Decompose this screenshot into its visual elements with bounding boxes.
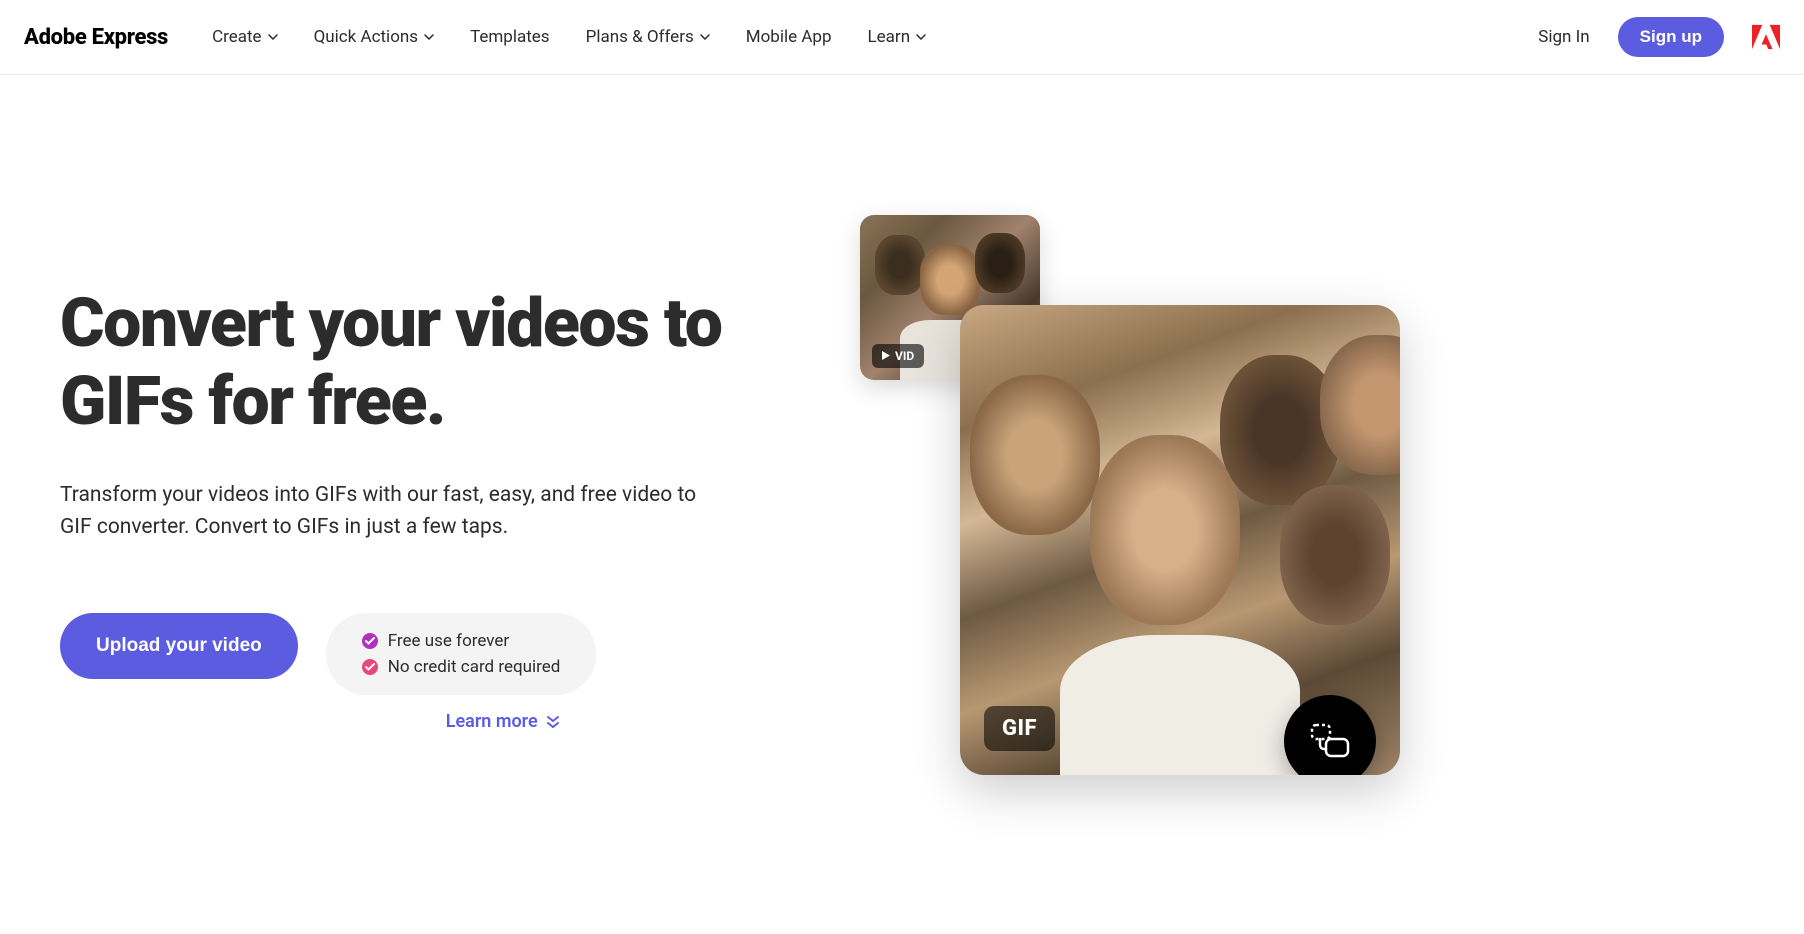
nav-mobile-app[interactable]: Mobile App — [746, 27, 832, 47]
adobe-logo-icon[interactable] — [1752, 23, 1780, 51]
nav-label: Templates — [470, 27, 550, 47]
convert-action-button[interactable] — [1284, 695, 1376, 775]
benefits-block: Free use forever No credit card required… — [326, 613, 597, 732]
benefit-text: No credit card required — [388, 657, 561, 677]
main-nav: Create Quick Actions Templates Plans & O… — [212, 27, 1538, 47]
check-icon — [362, 659, 378, 675]
chevron-down-icon — [916, 32, 926, 42]
chevron-down-icon — [424, 32, 434, 42]
cta-row: Upload your video Free use forever No cr… — [60, 613, 780, 732]
nav-label: Mobile App — [746, 27, 832, 47]
learn-more-label: Learn more — [446, 711, 538, 732]
sign-in-link[interactable]: Sign In — [1538, 27, 1589, 47]
header: Adobe Express Create Quick Actions Templ… — [0, 0, 1804, 75]
hero-subtitle: Transform your videos into GIFs with our… — [60, 480, 700, 543]
vid-badge: VID — [872, 344, 924, 368]
play-icon — [882, 349, 890, 363]
page-title: Convert your videos to GIFs for free. — [60, 285, 780, 440]
benefit-item: No credit card required — [362, 657, 561, 677]
nav-quick-actions[interactable]: Quick Actions — [314, 27, 434, 47]
convert-icon — [1308, 721, 1352, 761]
nav-plans-offers[interactable]: Plans & Offers — [586, 27, 710, 47]
benefit-text: Free use forever — [388, 631, 509, 651]
hero-content: Convert your videos to GIFs for free. Tr… — [60, 135, 780, 755]
gif-badge: GIF — [984, 706, 1055, 751]
nav-label: Create — [212, 27, 262, 47]
upload-video-button[interactable]: Upload your video — [60, 613, 298, 679]
nav-learn[interactable]: Learn — [868, 27, 927, 47]
benefit-item: Free use forever — [362, 631, 509, 651]
sign-up-button[interactable]: Sign up — [1618, 17, 1724, 57]
learn-more-link[interactable]: Learn more — [446, 711, 597, 732]
chevron-down-icon — [268, 32, 278, 42]
hero-section: Convert your videos to GIFs for free. Tr… — [0, 75, 1804, 755]
nav-label: Learn — [868, 27, 911, 47]
nav-label: Quick Actions — [314, 27, 418, 47]
vid-badge-label: VID — [895, 349, 914, 363]
double-chevron-down-icon — [546, 715, 560, 729]
brand-logo[interactable]: Adobe Express — [24, 25, 168, 50]
nav-label: Plans & Offers — [586, 27, 694, 47]
nav-create[interactable]: Create — [212, 27, 278, 47]
gif-thumbnail-large: GIF — [960, 305, 1400, 775]
chevron-down-icon — [700, 32, 710, 42]
hero-media: VID GIF — [840, 135, 1744, 755]
header-right: Sign In Sign up — [1538, 17, 1780, 57]
benefits-pill: Free use forever No credit card required — [326, 613, 597, 695]
nav-templates[interactable]: Templates — [470, 27, 550, 47]
check-icon — [362, 633, 378, 649]
